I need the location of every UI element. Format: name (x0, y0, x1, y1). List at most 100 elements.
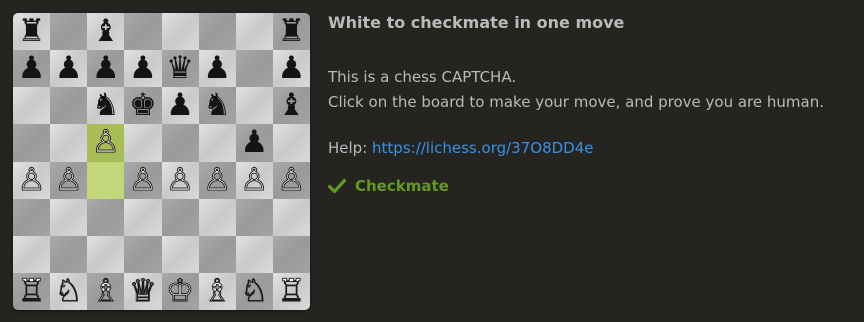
chess-board[interactable]: ♜ ♝ ♜ ♟ ♟ ♟ ♟ ♛ ♟ ♟ ♞ ♚ ♟ ♞ ♝ ♙ ♟ ♙ ♙ ♙ ♙ ♙ ♙ ♙ ♖ ♘ ♗ ♕ ♔ ♗ ♘ ♖ (13, 13, 310, 310)
white-piece-b1[interactable]: ♘ (54, 275, 83, 307)
white-piece-h4[interactable]: ♙ (277, 164, 306, 196)
white-piece-d4[interactable]: ♙ (129, 164, 158, 196)
square-a8[interactable]: ♜ (13, 13, 51, 51)
black-piece-c8[interactable]: ♝ (92, 16, 120, 47)
black-piece-a8[interactable]: ♜ (18, 16, 46, 47)
white-piece-f4[interactable]: ♙ (203, 164, 232, 196)
square-g8[interactable] (235, 13, 273, 51)
square-c7[interactable]: ♟ (87, 50, 125, 88)
square-g7[interactable] (235, 50, 273, 88)
square-b1[interactable]: ♘ (50, 272, 88, 310)
square-e2[interactable] (161, 235, 199, 273)
white-piece-a1[interactable]: ♖ (17, 275, 46, 307)
square-h8[interactable]: ♜ (272, 13, 310, 51)
square-b6[interactable] (50, 87, 88, 125)
square-c4[interactable] (87, 161, 125, 199)
square-d8[interactable] (124, 13, 162, 51)
black-piece-b7[interactable]: ♟ (55, 53, 83, 84)
white-piece-b4[interactable]: ♙ (54, 164, 83, 196)
black-piece-e6[interactable]: ♟ (166, 90, 194, 121)
square-f7[interactable]: ♟ (198, 50, 236, 88)
black-piece-h6[interactable]: ♝ (278, 90, 306, 121)
square-e4[interactable]: ♙ (161, 161, 199, 199)
square-d1[interactable]: ♕ (124, 272, 162, 310)
square-b7[interactable]: ♟ (50, 50, 88, 88)
square-a4[interactable]: ♙ (13, 161, 51, 199)
white-piece-g1[interactable]: ♘ (240, 275, 269, 307)
square-g3[interactable] (235, 198, 273, 236)
help-link[interactable]: https://lichess.org/37O8DD4e (372, 139, 593, 157)
square-f2[interactable] (198, 235, 236, 273)
square-e1[interactable]: ♔ (161, 272, 199, 310)
square-g4[interactable]: ♙ (235, 161, 273, 199)
black-piece-c6[interactable]: ♞ (92, 90, 120, 121)
square-g1[interactable]: ♘ (235, 272, 273, 310)
square-b2[interactable] (50, 235, 88, 273)
black-piece-h8[interactable]: ♜ (278, 16, 306, 47)
square-c3[interactable] (87, 198, 125, 236)
square-f6[interactable]: ♞ (198, 87, 236, 125)
white-piece-e1[interactable]: ♔ (166, 275, 195, 307)
black-piece-f7[interactable]: ♟ (203, 53, 231, 84)
square-h2[interactable] (272, 235, 310, 273)
black-piece-c7[interactable]: ♟ (92, 53, 120, 84)
black-piece-d6[interactable]: ♚ (129, 90, 157, 121)
square-c2[interactable] (87, 235, 125, 273)
square-g6[interactable] (235, 87, 273, 125)
square-d7[interactable]: ♟ (124, 50, 162, 88)
square-e5[interactable] (161, 124, 199, 162)
square-b5[interactable] (50, 124, 88, 162)
black-piece-a7[interactable]: ♟ (18, 53, 46, 84)
white-piece-c5[interactable]: ♙ (91, 126, 120, 158)
square-d6[interactable]: ♚ (124, 87, 162, 125)
square-c8[interactable]: ♝ (87, 13, 125, 51)
square-b3[interactable] (50, 198, 88, 236)
black-piece-h7[interactable]: ♟ (278, 53, 306, 84)
square-h6[interactable]: ♝ (272, 87, 310, 125)
white-piece-c1[interactable]: ♗ (91, 275, 120, 307)
square-b4[interactable]: ♙ (50, 161, 88, 199)
square-c6[interactable]: ♞ (87, 87, 125, 125)
black-piece-e7[interactable]: ♛ (166, 53, 194, 84)
square-a3[interactable] (13, 198, 51, 236)
square-h1[interactable]: ♖ (272, 272, 310, 310)
white-piece-h1[interactable]: ♖ (277, 275, 306, 307)
square-h7[interactable]: ♟ (272, 50, 310, 88)
black-piece-f6[interactable]: ♞ (203, 90, 231, 121)
white-piece-a4[interactable]: ♙ (17, 164, 46, 196)
square-f4[interactable]: ♙ (198, 161, 236, 199)
square-c5[interactable]: ♙ (87, 124, 125, 162)
square-h5[interactable] (272, 124, 310, 162)
square-g5[interactable]: ♟ (235, 124, 273, 162)
captcha-widget: ♜ ♝ ♜ ♟ ♟ ♟ ♟ ♛ ♟ ♟ ♞ ♚ ♟ ♞ ♝ ♙ ♟ ♙ ♙ ♙ ♙ ♙ ♙ ♙ ♖ ♘ ♗ ♕ ♔ ♗ ♘ ♖ White t… (0, 0, 864, 322)
square-e8[interactable] (161, 13, 199, 51)
square-f3[interactable] (198, 198, 236, 236)
square-a1[interactable]: ♖ (13, 272, 51, 310)
square-a5[interactable] (13, 124, 51, 162)
square-f8[interactable] (198, 13, 236, 51)
square-a6[interactable] (13, 87, 51, 125)
square-g2[interactable] (235, 235, 273, 273)
square-a7[interactable]: ♟ (13, 50, 51, 88)
square-f1[interactable]: ♗ (198, 272, 236, 310)
white-piece-d1[interactable]: ♕ (129, 275, 158, 307)
square-d3[interactable] (124, 198, 162, 236)
square-b8[interactable] (50, 13, 88, 51)
square-d5[interactable] (124, 124, 162, 162)
square-e7[interactable]: ♛ (161, 50, 199, 88)
black-piece-d7[interactable]: ♟ (129, 53, 157, 84)
black-piece-g5[interactable]: ♟ (240, 127, 268, 158)
white-piece-f1[interactable]: ♗ (203, 275, 232, 307)
square-c1[interactable]: ♗ (87, 272, 125, 310)
square-e3[interactable] (161, 198, 199, 236)
square-h3[interactable] (272, 198, 310, 236)
help-label: Help: (328, 139, 373, 157)
square-d4[interactable]: ♙ (124, 161, 162, 199)
white-piece-g4[interactable]: ♙ (240, 164, 269, 196)
square-d2[interactable] (124, 235, 162, 273)
square-h4[interactable]: ♙ (272, 161, 310, 199)
square-a2[interactable] (13, 235, 51, 273)
square-f5[interactable] (198, 124, 236, 162)
square-e6[interactable]: ♟ (161, 87, 199, 125)
white-piece-e4[interactable]: ♙ (166, 164, 195, 196)
